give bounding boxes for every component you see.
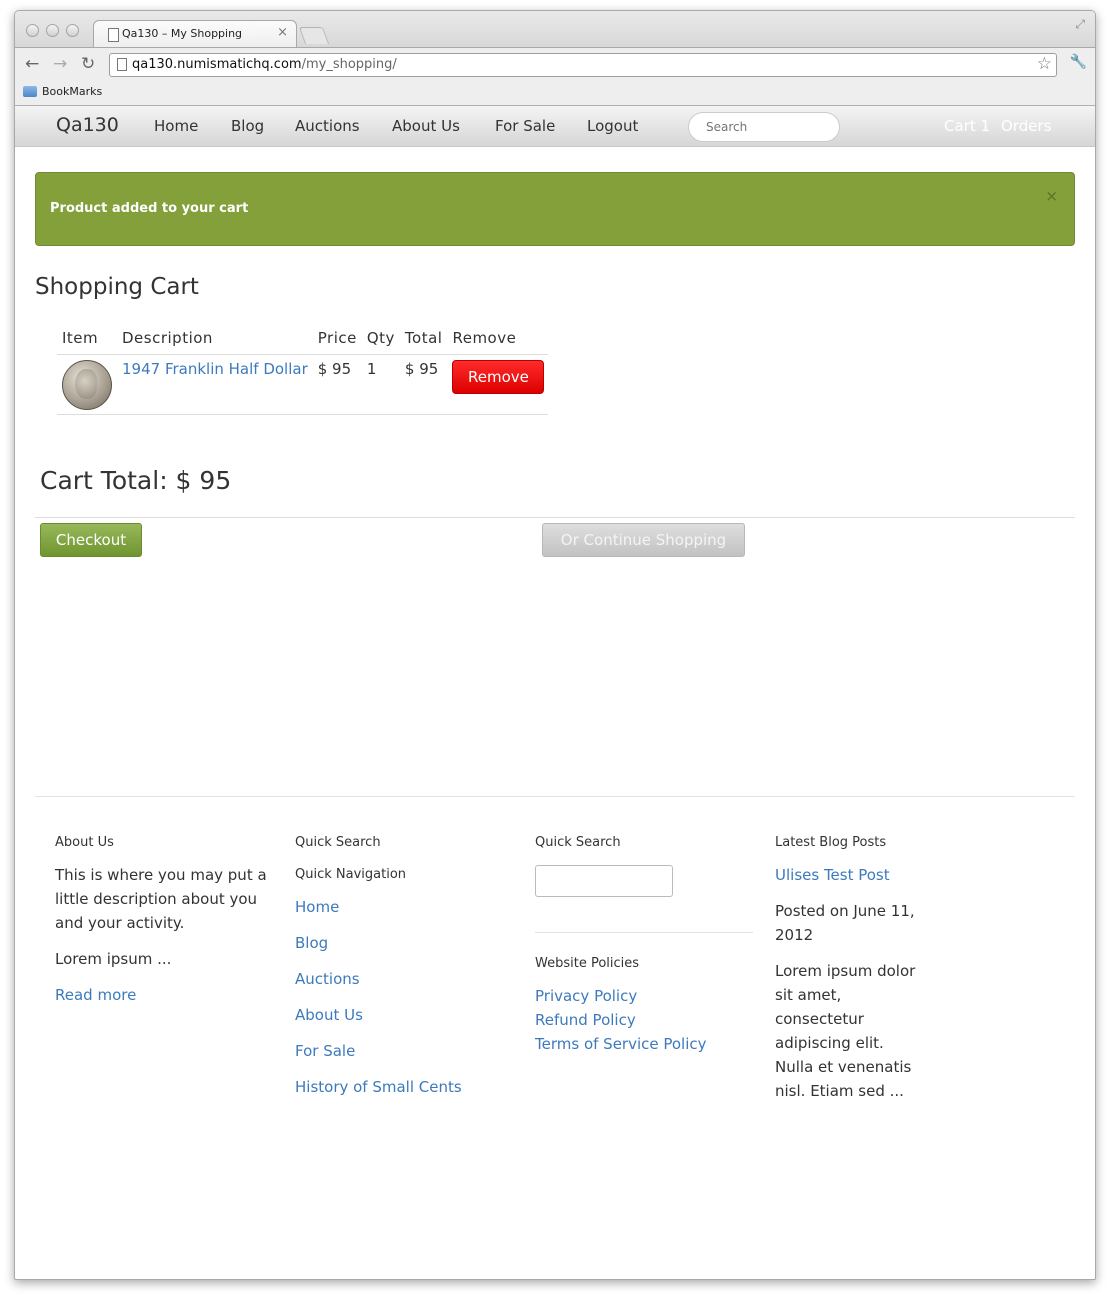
bookmarks-folder[interactable]: BookMarks bbox=[42, 85, 102, 98]
footer-heading: Quick Navigation bbox=[295, 867, 407, 882]
browser-window: Qa130 – My Shopping × ⤢ ← → ↻ qa130.numi… bbox=[14, 10, 1096, 1280]
footer-divider bbox=[535, 932, 753, 933]
nav-blog[interactable]: Blog bbox=[231, 117, 264, 135]
tab-title: Qa130 – My Shopping bbox=[122, 27, 243, 40]
column-header: Item bbox=[57, 326, 117, 355]
column-header: Qty bbox=[361, 326, 400, 355]
back-icon[interactable]: ← bbox=[25, 54, 39, 74]
bookmark-star-icon[interactable]: ☆ bbox=[1037, 54, 1052, 74]
footer-link-auctions[interactable]: Auctions bbox=[295, 970, 360, 988]
checkout-button[interactable]: Checkout bbox=[40, 523, 142, 557]
footer-heading: Latest Blog Posts bbox=[775, 835, 887, 850]
address-bar[interactable]: qa130.numismatichq.com/my_shopping/ ☆ bbox=[109, 53, 1057, 77]
footer-search-input[interactable] bbox=[535, 865, 673, 897]
footer-divider bbox=[35, 796, 1075, 797]
forward-icon[interactable]: → bbox=[53, 54, 67, 74]
search-input[interactable] bbox=[688, 112, 840, 142]
footer-link-about-us[interactable]: About Us bbox=[295, 1006, 363, 1024]
wrench-icon[interactable]: 🔧 bbox=[1070, 54, 1087, 70]
nav-auctions[interactable]: Auctions bbox=[295, 117, 360, 135]
blog-post-excerpt: Lorem ipsum dolor sit amet, consectetur … bbox=[775, 962, 916, 1100]
blog-post-link[interactable]: Ulises Test Post bbox=[775, 866, 890, 884]
continue-shopping-button[interactable]: Or Continue Shopping bbox=[542, 523, 745, 557]
total-cell: $ 95 bbox=[399, 354, 448, 415]
page-title: Shopping Cart bbox=[35, 274, 199, 300]
footer-link-home[interactable]: Home bbox=[295, 898, 339, 916]
table-header-row: Item Description Price Qty Total Remove bbox=[57, 326, 549, 355]
minimize-window-button[interactable] bbox=[46, 24, 59, 37]
column-header: Remove bbox=[447, 326, 549, 355]
qty-cell: 1 bbox=[361, 354, 400, 415]
title-bar: Qa130 – My Shopping × ⤢ bbox=[15, 11, 1095, 49]
footer-heading: Website Policies bbox=[535, 956, 640, 971]
browser-toolbar: ← → ↻ qa130.numismatichq.com/my_shopping… bbox=[15, 47, 1095, 82]
nav-logout[interactable]: Logout bbox=[587, 117, 638, 135]
url-domain: qa130.numismatichq.com bbox=[132, 57, 302, 72]
footer-heading: Quick Search bbox=[535, 835, 621, 850]
coin-portrait bbox=[75, 369, 97, 399]
site-navbar: Qa130 Home Blog Auctions About Us For Sa… bbox=[15, 106, 1095, 147]
description-cell: 1947 Franklin Half Dollar bbox=[117, 354, 313, 415]
about-text: This is where you may put a little descr… bbox=[55, 866, 267, 932]
item-cell bbox=[57, 354, 117, 415]
page-icon bbox=[117, 58, 127, 71]
blog-post-date: Posted on June 11, 2012 bbox=[775, 902, 915, 944]
nav-for-sale[interactable]: For Sale bbox=[495, 117, 555, 135]
nav-home[interactable]: Home bbox=[154, 117, 198, 135]
fullscreen-icon[interactable]: ⤢ bbox=[1075, 17, 1085, 32]
bookmarks-bar: BookMarks bbox=[15, 81, 1095, 106]
footer-link-blog[interactable]: Blog bbox=[295, 934, 328, 952]
product-link[interactable]: 1947 Franklin Half Dollar bbox=[122, 360, 308, 378]
price-cell: $ 95 bbox=[312, 354, 362, 415]
coin-thumbnail[interactable] bbox=[62, 360, 112, 410]
footer-quick-nav: Quick Search Quick Navigation Home Blog … bbox=[295, 831, 515, 1099]
success-alert: Product added to your cart × bbox=[35, 172, 1075, 246]
brand-logo[interactable]: Qa130 bbox=[56, 114, 119, 136]
remove-cell: Remove bbox=[447, 354, 549, 415]
terms-of-service-link[interactable]: Terms of Service Policy bbox=[535, 1035, 707, 1053]
refund-policy-link[interactable]: Refund Policy bbox=[535, 1011, 636, 1029]
page-icon bbox=[108, 28, 119, 42]
table-row: 1947 Franklin Half Dollar $ 95 1 $ 95 Re… bbox=[57, 354, 549, 415]
footer-heading: About Us bbox=[55, 835, 114, 850]
nav-about-us[interactable]: About Us bbox=[392, 117, 460, 135]
close-window-button[interactable] bbox=[26, 24, 39, 37]
read-more-link[interactable]: Read more bbox=[55, 986, 136, 1004]
cart-table: Item Description Price Qty Total Remove … bbox=[57, 326, 549, 415]
alert-message: Product added to your cart bbox=[50, 201, 249, 216]
url-text: qa130.numismatichq.com/my_shopping/ bbox=[132, 57, 397, 72]
footer-about: About Us This is where you may put a lit… bbox=[55, 831, 277, 1007]
folder-icon bbox=[23, 86, 37, 97]
nav-cart[interactable]: Cart 1 bbox=[944, 117, 990, 135]
footer-link-history-small-cents[interactable]: History of Small Cents bbox=[295, 1078, 462, 1096]
alert-close-icon[interactable]: × bbox=[1045, 187, 1058, 205]
browser-tab[interactable]: Qa130 – My Shopping × bbox=[93, 20, 297, 49]
footer-heading: Quick Search bbox=[295, 835, 381, 850]
zoom-window-button[interactable] bbox=[66, 24, 79, 37]
remove-button[interactable]: Remove bbox=[452, 360, 545, 394]
column-header: Total bbox=[399, 326, 448, 355]
divider bbox=[35, 517, 1075, 518]
new-tab-button[interactable] bbox=[298, 27, 330, 44]
tab-close-icon[interactable]: × bbox=[277, 25, 288, 40]
about-lorem: Lorem ipsum ... bbox=[55, 950, 172, 968]
privacy-policy-link[interactable]: Privacy Policy bbox=[535, 987, 637, 1005]
reload-icon[interactable]: ↻ bbox=[81, 54, 95, 74]
url-path: /my_shopping/ bbox=[301, 57, 397, 72]
cart-total: Cart Total: $ 95 bbox=[40, 466, 232, 495]
footer-link-for-sale[interactable]: For Sale bbox=[295, 1042, 355, 1060]
footer-blog: Latest Blog Posts Ulises Test Post Poste… bbox=[775, 831, 920, 1103]
nav-orders[interactable]: Orders bbox=[1001, 117, 1051, 135]
column-header: Price bbox=[312, 326, 362, 355]
column-header: Description bbox=[117, 326, 313, 355]
